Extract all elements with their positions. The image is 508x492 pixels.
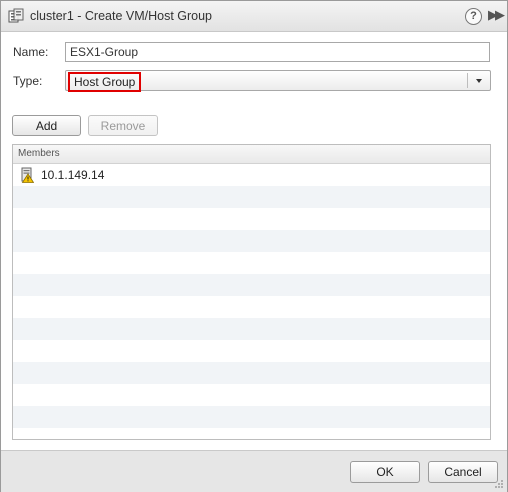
members-column-header[interactable]: Members: [13, 145, 490, 164]
name-field[interactable]: [65, 42, 490, 62]
add-button[interactable]: Add: [12, 115, 81, 136]
members-list[interactable]: Members 10.1.149.14: [12, 144, 491, 440]
table-row: [13, 274, 490, 296]
create-vm-host-group-dialog: cluster1 - Create VM/Host Group ? ▶▶ Nam…: [0, 0, 508, 492]
dialog-footer: OK Cancel: [1, 450, 507, 492]
chevron-down-icon[interactable]: [476, 79, 482, 83]
type-label: Type:: [13, 74, 43, 88]
type-select-value: Host Group: [68, 72, 142, 92]
expand-icon[interactable]: ▶▶: [488, 7, 505, 23]
select-divider: [467, 73, 468, 88]
host-warning-icon: [21, 167, 34, 183]
table-row: [13, 208, 490, 230]
member-name: 10.1.149.14: [41, 168, 105, 182]
name-label: Name:: [13, 45, 49, 59]
remove-button[interactable]: Remove: [88, 115, 158, 136]
cluster-icon: [8, 8, 24, 23]
table-row: [13, 428, 490, 439]
table-row: [13, 252, 490, 274]
help-icon[interactable]: ?: [465, 8, 482, 25]
dialog-title: cluster1 - Create VM/Host Group: [30, 9, 213, 23]
table-row: [13, 340, 490, 362]
dialog-titlebar: cluster1 - Create VM/Host Group ? ▶▶: [1, 1, 507, 32]
ok-button[interactable]: OK: [350, 461, 420, 483]
list-item[interactable]: 10.1.149.14: [13, 164, 490, 186]
table-row: [13, 406, 490, 428]
table-row: [13, 362, 490, 384]
table-row: [13, 186, 490, 208]
table-row: [13, 296, 490, 318]
table-row: [13, 230, 490, 252]
type-select[interactable]: Host Group: [65, 70, 491, 92]
table-row: [13, 384, 490, 406]
table-row: [13, 318, 490, 340]
cancel-button[interactable]: Cancel: [428, 461, 498, 483]
resize-grip-icon[interactable]: [494, 479, 504, 489]
